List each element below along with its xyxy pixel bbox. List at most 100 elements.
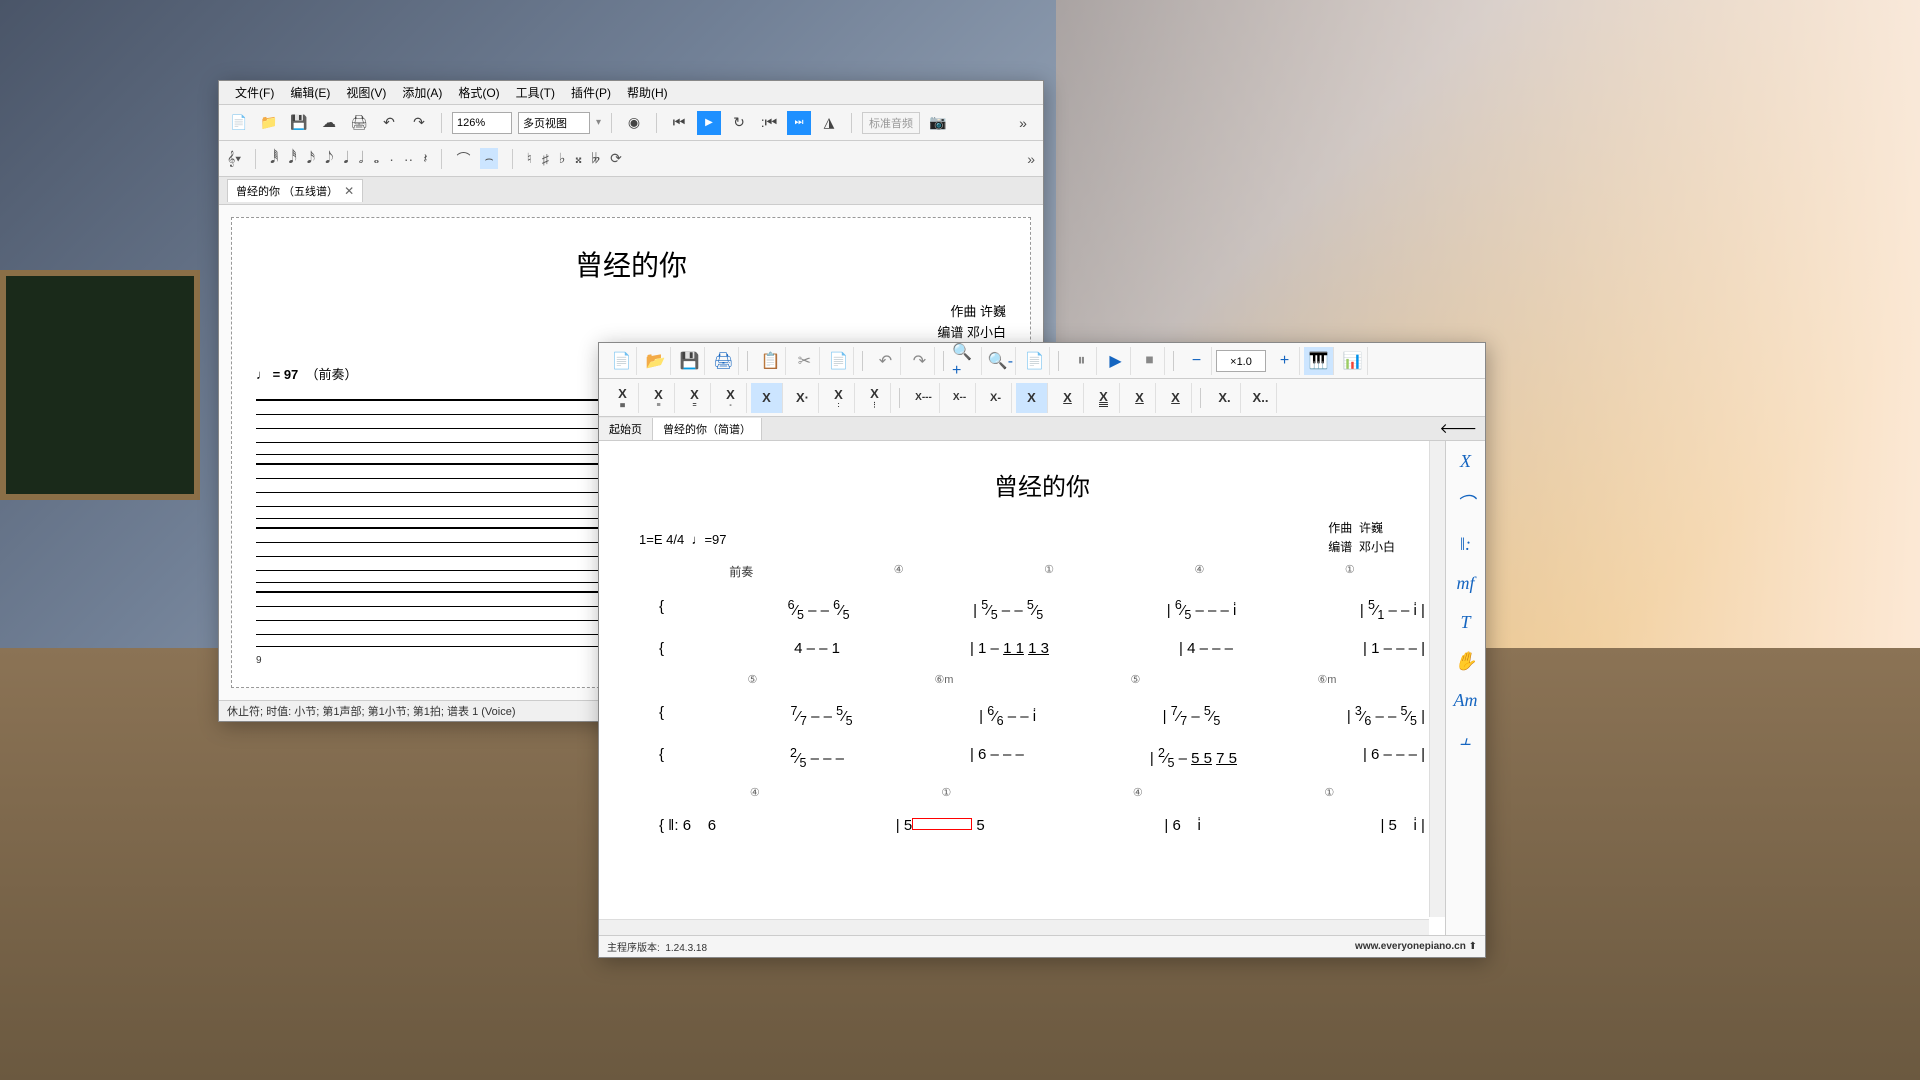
overflow-icon[interactable]: »: [1011, 111, 1035, 135]
rest-icon[interactable]: 𝄽: [423, 150, 427, 167]
menu-view[interactable]: 视图(V): [338, 84, 394, 101]
note-x7-icon[interactable]: X:: [823, 383, 855, 413]
menu-tools[interactable]: 工具(T): [508, 84, 563, 101]
note-xdash2-icon[interactable]: X--: [944, 383, 976, 413]
note-quarter-icon[interactable]: 𝅘𝅥: [343, 150, 348, 168]
rewind-icon[interactable]: ⏮: [667, 111, 691, 135]
menu-edit[interactable]: 编辑(E): [282, 84, 338, 101]
paste-icon[interactable]: 📄: [824, 347, 854, 375]
equalizer-icon[interactable]: 📊: [1338, 347, 1368, 375]
sharp-icon[interactable]: ♯: [542, 151, 549, 167]
note-x3-icon[interactable]: X=: [679, 383, 711, 413]
audio-label[interactable]: 标准音频: [862, 112, 920, 134]
note-x8-icon[interactable]: X⋮: [859, 383, 891, 413]
sb-layout-icon[interactable]: ⫠: [1460, 729, 1471, 750]
sb-dynamics-icon[interactable]: mf: [1457, 573, 1475, 594]
globe-icon[interactable]: ◉: [622, 111, 646, 135]
flip-icon[interactable]: ⟳: [610, 150, 622, 167]
cloud-icon[interactable]: ☁: [317, 111, 341, 135]
sb-fingering-icon[interactable]: ✋: [1454, 651, 1476, 672]
speed-plus-icon[interactable]: +: [1270, 347, 1300, 375]
note-double-dot-icon[interactable]: ··: [404, 151, 413, 167]
tab-score[interactable]: 曾经的你（简谱）: [653, 418, 762, 440]
jianpu-canvas[interactable]: 曾经的你 1=E 4/4 ♩=97 作曲 许巍 编谱 邓小白 前奏 ④ ① ④ …: [599, 441, 1485, 935]
sb-tie-icon[interactable]: ⌒: [1457, 490, 1475, 516]
loop-icon[interactable]: ↻: [727, 111, 751, 135]
metronome-icon[interactable]: ◮: [817, 111, 841, 135]
close-icon[interactable]: ✕: [344, 184, 354, 198]
loop-end-button[interactable]: ⏭: [787, 111, 811, 135]
note-mode-icon[interactable]: 𝄞▾: [227, 150, 241, 167]
zoom-out-icon[interactable]: 🔍-: [986, 347, 1016, 375]
sb-chord-icon[interactable]: Am: [1454, 690, 1478, 711]
sb-accidental-icon[interactable]: X: [1460, 451, 1471, 472]
note-half-icon[interactable]: 𝅗𝅥: [359, 150, 364, 168]
note-8th-icon[interactable]: 𝅘𝅥𝅮: [325, 150, 333, 168]
note-xu4-icon[interactable]: X: [1160, 383, 1192, 413]
note-xdotdot-icon[interactable]: X..: [1245, 383, 1277, 413]
open-folder-icon[interactable]: 📂: [641, 347, 671, 375]
pause-icon[interactable]: ⏸: [1067, 347, 1097, 375]
page-icon[interactable]: 📄: [1020, 347, 1050, 375]
flat-icon[interactable]: ♭: [559, 150, 566, 167]
double-sharp-icon[interactable]: 𝄪: [575, 150, 581, 167]
note-x2-icon[interactable]: X≡: [643, 383, 675, 413]
note-64th-icon[interactable]: 𝅘𝅥𝅱: [270, 150, 278, 168]
note-whole-icon[interactable]: 𝅝: [374, 150, 380, 167]
zoom-input[interactable]: 126%: [452, 112, 512, 134]
sb-text-icon[interactable]: T: [1460, 612, 1470, 633]
menu-help[interactable]: 帮助(H): [619, 84, 676, 101]
print-icon[interactable]: 🖨: [347, 111, 371, 135]
camera-icon[interactable]: 📷: [926, 111, 950, 135]
note-32nd-icon[interactable]: 𝅘𝅥𝅰: [288, 150, 296, 168]
natural-icon[interactable]: ♮: [527, 150, 532, 167]
vertical-scrollbar[interactable]: [1429, 441, 1445, 917]
note-xplain-icon[interactable]: X: [1016, 383, 1048, 413]
note-dot-icon[interactable]: ·: [389, 151, 394, 167]
menu-file[interactable]: 文件(F): [227, 84, 282, 101]
view-mode-select[interactable]: 多页视图: [518, 112, 590, 134]
redo-icon[interactable]: ↷: [407, 111, 431, 135]
document-tab[interactable]: 曾经的你 （五线谱） ✕: [227, 179, 363, 202]
new-file-icon[interactable]: 📄: [227, 111, 251, 135]
note-xu1-icon[interactable]: X: [1052, 383, 1084, 413]
save-icon[interactable]: 💾: [675, 347, 705, 375]
play-icon[interactable]: ▶: [1101, 347, 1131, 375]
menu-add[interactable]: 添加(A): [394, 84, 450, 101]
sb-barline-icon[interactable]: ‖:: [1460, 534, 1471, 555]
note-x6-icon[interactable]: X·: [787, 383, 819, 413]
horizontal-scrollbar[interactable]: [599, 919, 1429, 935]
zoom-in-icon[interactable]: 🔍+: [952, 347, 982, 375]
tie-icon[interactable]: ⌒: [456, 149, 470, 169]
undo-icon[interactable]: ↶: [377, 111, 401, 135]
open-folder-icon[interactable]: 📁: [257, 111, 281, 135]
note-xu3-icon[interactable]: X: [1124, 383, 1156, 413]
loop-start-icon[interactable]: :⏮: [757, 111, 781, 135]
new-file-icon[interactable]: 📄: [607, 347, 637, 375]
note-x5-icon[interactable]: X: [751, 383, 783, 413]
play-button[interactable]: ▶: [697, 111, 721, 135]
note-x4-icon[interactable]: X-: [715, 383, 747, 413]
menu-plugins[interactable]: 插件(P): [563, 84, 619, 101]
keyboard-view-icon[interactable]: 🎹: [1304, 347, 1334, 375]
copy-icon[interactable]: 📋: [756, 347, 786, 375]
overflow-notes-icon[interactable]: »: [1027, 151, 1035, 167]
speed-input[interactable]: ×1.0: [1216, 350, 1266, 372]
undo-icon[interactable]: ↶: [871, 347, 901, 375]
speed-minus-icon[interactable]: −: [1182, 347, 1212, 375]
double-flat-icon[interactable]: 𝄫: [592, 150, 600, 167]
cut-icon[interactable]: ✂: [790, 347, 820, 375]
slur-icon[interactable]: ⌢: [480, 148, 497, 169]
menu-format[interactable]: 格式(O): [450, 84, 507, 101]
note-xu2-icon[interactable]: X: [1088, 383, 1120, 413]
save-icon[interactable]: 💾: [287, 111, 311, 135]
redo-icon[interactable]: ↷: [905, 347, 935, 375]
tab-start[interactable]: 起始页: [599, 418, 653, 440]
note-x1-icon[interactable]: X≣: [607, 383, 639, 413]
back-arrow-icon[interactable]: 🡐: [1431, 420, 1485, 437]
note-16th-icon[interactable]: 𝅘𝅥𝅯: [307, 150, 315, 168]
note-xdash1-icon[interactable]: X-: [980, 383, 1012, 413]
note-xdash3-icon[interactable]: X---: [908, 383, 940, 413]
print-icon[interactable]: 🖨: [709, 347, 739, 375]
note-xdot-icon[interactable]: X.: [1209, 383, 1241, 413]
